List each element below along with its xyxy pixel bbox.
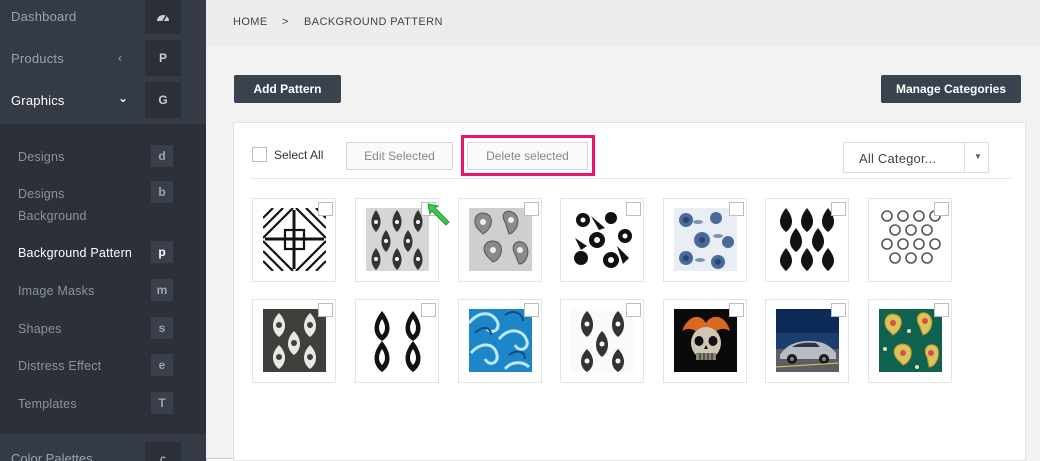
pattern-checkbox[interactable]	[934, 303, 949, 317]
pattern-tile[interactable]	[458, 198, 542, 282]
pattern-geometric-image	[263, 208, 326, 271]
sidebar-item-label: Image Masks	[18, 284, 95, 298]
sidebar-item-image-masks[interactable]: Image Masks m	[0, 279, 206, 303]
pattern-checkbox[interactable]	[318, 303, 333, 317]
chevron-left-icon: ‹	[118, 51, 122, 65]
toolbar-divider	[250, 178, 1011, 179]
pattern-checkbox[interactable]	[729, 202, 744, 216]
pattern-checkbox[interactable]	[626, 303, 641, 317]
pattern-checkbox[interactable]	[626, 202, 641, 216]
pattern-paisley-grey-image	[469, 208, 532, 271]
sidebar-badge-b: b	[151, 181, 173, 203]
sidebar-item-label: Color Palettes	[11, 451, 93, 461]
dashboard-icon	[145, 0, 181, 34]
category-dropdown-value: All Categor...	[859, 151, 937, 166]
pattern-skull-image	[674, 309, 737, 372]
sidebar-item-label: Shapes	[18, 322, 62, 336]
dropdown-divider	[964, 143, 965, 172]
pattern-tile[interactable]	[355, 299, 439, 383]
sidebar-badge-t: T	[151, 392, 173, 414]
highlight-box	[461, 135, 595, 176]
pattern-checkbox[interactable]	[318, 202, 333, 216]
pattern-damask-white-image	[571, 309, 634, 372]
pattern-tile[interactable]	[765, 198, 849, 282]
sidebar-item-graphics[interactable]: Graphics ⌄ G	[0, 82, 206, 118]
sidebar-badge-g: G	[145, 82, 181, 118]
edit-selected-button[interactable]: Edit Selected	[346, 142, 453, 170]
sidebar-item-label: Designs Background	[18, 187, 87, 223]
sidebar-item-color-palettes[interactable]: Color Palettes c	[0, 434, 206, 461]
sidebar-item-label: Graphics	[11, 93, 65, 108]
category-dropdown[interactable]: All Categor... ▼	[843, 142, 989, 173]
pattern-checkbox[interactable]	[831, 303, 846, 317]
pattern-checkbox[interactable]	[421, 303, 436, 317]
sidebar-item-shapes[interactable]: Shapes s	[0, 317, 206, 341]
pattern-tile[interactable]	[252, 299, 336, 383]
breadcrumb-separator: >	[282, 16, 289, 28]
sidebar-badge-d: d	[151, 145, 173, 167]
sidebar-item-label: Designs	[18, 150, 65, 164]
pattern-paisley-green-image	[879, 309, 942, 372]
sidebar-item-designs[interactable]: Designs d	[0, 145, 206, 169]
pattern-tile[interactable]	[868, 198, 952, 282]
sidebar-item-label: Background Pattern	[18, 246, 133, 260]
pattern-checkbox[interactable]	[524, 202, 539, 216]
select-all-checkbox[interactable]	[252, 147, 267, 162]
pointer-arrow-icon	[427, 203, 450, 226]
pattern-tile[interactable]	[560, 198, 644, 282]
pattern-checkbox[interactable]	[524, 303, 539, 317]
pattern-checkbox[interactable]	[831, 202, 846, 216]
sidebar-item-distress-effect[interactable]: Distress Effect e	[0, 354, 206, 378]
breadcrumb-home[interactable]: HOME	[233, 16, 268, 28]
sidebar-item-label: Templates	[18, 397, 77, 411]
pattern-ornament-grey-image	[879, 208, 942, 271]
caret-down-icon: ▼	[974, 152, 982, 161]
sidebar-item-label: Products	[11, 51, 64, 66]
sidebar-item-designs-background[interactable]: Designs Background b	[0, 181, 206, 227]
manage-categories-button[interactable]: Manage Categories	[881, 75, 1021, 103]
pattern-tile[interactable]	[663, 299, 747, 383]
pattern-floral-black-image	[571, 208, 634, 271]
pattern-damask-dark-image	[263, 309, 326, 372]
pattern-checkbox[interactable]	[934, 202, 949, 216]
sidebar-badge-p: p	[151, 241, 173, 263]
pattern-damask-bw-image	[366, 309, 429, 372]
sidebar-badge-c: c	[145, 442, 181, 461]
select-all-label[interactable]: Select All	[274, 148, 323, 162]
pattern-waves-blue-image	[469, 309, 532, 372]
sidebar-badge-e: e	[151, 354, 173, 376]
sidebar-item-label: Distress Effect	[18, 359, 102, 373]
sidebar-badge-s: s	[151, 317, 173, 339]
sidebar-item-templates[interactable]: Templates T	[0, 392, 206, 416]
breadcrumb-current: BACKGROUND PATTERN	[304, 16, 443, 28]
pattern-tile[interactable]	[252, 198, 336, 282]
pattern-damask-black-image	[776, 208, 839, 271]
sidebar-item-background-pattern[interactable]: Background Pattern p	[0, 241, 206, 265]
sidebar-item-dashboard[interactable]: Dashboard	[0, 0, 206, 36]
add-pattern-button[interactable]: Add Pattern	[234, 75, 341, 103]
sidebar: Dashboard Products ‹ P Graphics ⌄ G Desi…	[0, 0, 206, 461]
sidebar-item-label: Dashboard	[11, 9, 77, 24]
pattern-tile[interactable]	[458, 299, 542, 383]
pattern-floral-blue-image	[674, 208, 737, 271]
pattern-car-image	[776, 309, 839, 372]
sidebar-badge-m: m	[151, 279, 173, 301]
pattern-tile[interactable]	[663, 198, 747, 282]
sidebar-badge-p: P	[145, 40, 181, 76]
pattern-checkbox[interactable]	[729, 303, 744, 317]
sidebar-item-products[interactable]: Products ‹ P	[0, 40, 206, 76]
chevron-down-icon: ⌄	[118, 91, 129, 105]
pattern-tile[interactable]	[560, 299, 644, 383]
pattern-tile[interactable]	[868, 299, 952, 383]
pattern-tile[interactable]	[765, 299, 849, 383]
